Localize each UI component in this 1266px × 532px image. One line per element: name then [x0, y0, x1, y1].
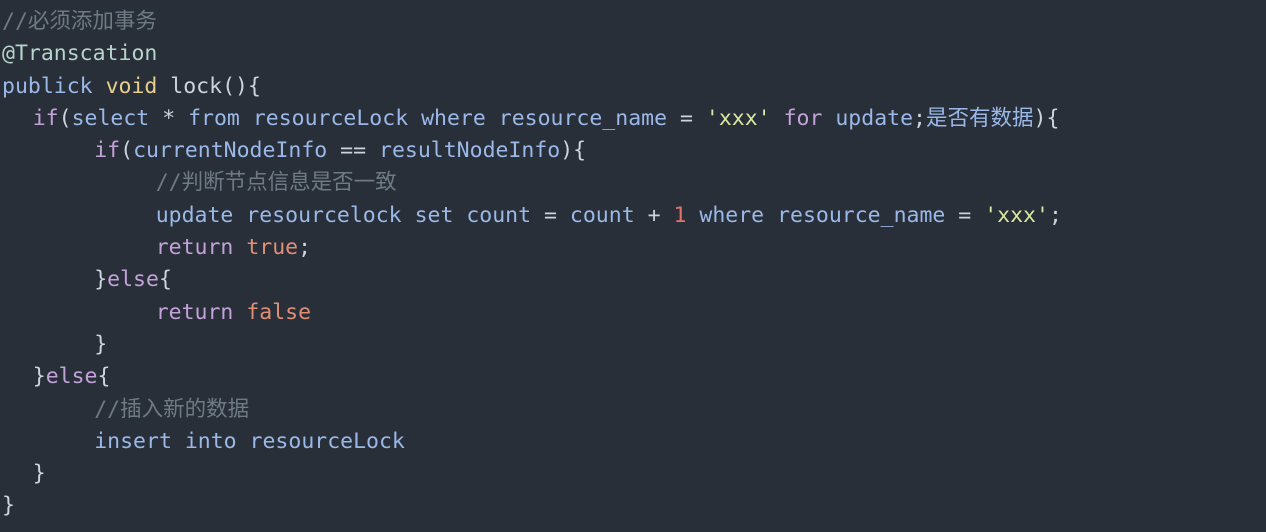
code-token: false [246, 299, 312, 325]
code-token: where resource_name [699, 202, 946, 228]
code-token: ; [913, 105, 926, 131]
code-token: = [945, 202, 985, 228]
code-token: + [634, 202, 674, 228]
code-line[interactable]: insert into resourceLock [0, 426, 1266, 458]
code-token: @Transcation [2, 41, 158, 67]
code-line[interactable]: }else{ [0, 264, 1266, 296]
code-token: 'xxx' [705, 105, 771, 131]
code-line[interactable]: //插入新的数据 [0, 394, 1266, 426]
code-editor-surface[interactable]: //必须添加事务 @Transcation publick void lock(){… [0, 0, 1266, 532]
code-token: //插入新的数据 [94, 396, 250, 422]
code-token: select [71, 105, 150, 131]
code-token: from resourceLock where resource_name [188, 105, 668, 131]
code-line[interactable]: return true; [0, 232, 1266, 264]
code-line[interactable]: if(currentNodeInfo == resultNodeInfo){ [0, 135, 1266, 167]
code-token: if [32, 105, 59, 131]
code-token: return [155, 235, 234, 261]
code-token: //判断节点信息是否一致 [155, 170, 397, 196]
code-token: ; [298, 235, 312, 261]
code-token: ( [120, 138, 134, 164]
code-token: lock(){ [157, 73, 261, 99]
code-line[interactable]: return false [0, 297, 1266, 329]
code-token: { [1046, 105, 1060, 131]
code-token: 是否有数据 [925, 105, 1034, 131]
code-token: else [45, 364, 98, 390]
code-token: //必须添加事务 [2, 9, 157, 34]
code-token: 1 [673, 202, 687, 228]
code-line[interactable]: //必须添加事务 [0, 6, 1266, 38]
code-line[interactable]: update resourcelock set count = count + … [0, 200, 1266, 232]
code-line[interactable]: if(select * from resourceLock where reso… [0, 103, 1266, 135]
code-token: = [531, 202, 570, 228]
code-token: } [32, 364, 46, 390]
code-token: true [246, 235, 299, 261]
code-token: insert into resourceLock [94, 428, 405, 454]
code-token: = [667, 105, 706, 131]
code-token: publick [2, 73, 93, 99]
code-line[interactable]: } [0, 329, 1266, 361]
code-token: 'xxx' [984, 202, 1049, 228]
code-token: else [107, 267, 159, 293]
code-token: void [105, 73, 158, 99]
code-token: update [835, 105, 914, 131]
code-token: update resourcelock set count [155, 202, 532, 228]
code-token: resultNodeInfo [379, 138, 561, 164]
code-line[interactable]: } [0, 458, 1266, 490]
code-token: ; [1048, 202, 1062, 228]
code-token: for [783, 105, 823, 131]
code-line[interactable]: publick void lock(){ [0, 71, 1266, 103]
code-token: { [158, 267, 172, 293]
code-token: } [2, 493, 15, 519]
code-line[interactable]: } [0, 490, 1266, 522]
code-token: } [94, 267, 108, 293]
code-token: ) [1033, 105, 1047, 131]
code-token: } [32, 461, 46, 487]
code-token: ( [58, 105, 72, 131]
code-line[interactable]: @Transcation [0, 38, 1266, 70]
code-token: currentNodeInfo [133, 138, 328, 164]
code-token: * [149, 105, 189, 131]
code-line[interactable]: //判断节点信息是否一致 [0, 167, 1266, 199]
code-token: } [94, 331, 108, 357]
code-token: ){ [560, 138, 587, 164]
code-token: { [97, 364, 111, 390]
code-token: if [94, 138, 121, 164]
code-token: count [569, 202, 635, 228]
code-token: return [155, 299, 234, 325]
code-line[interactable]: }else{ [0, 361, 1266, 393]
code-token: == [327, 138, 380, 164]
